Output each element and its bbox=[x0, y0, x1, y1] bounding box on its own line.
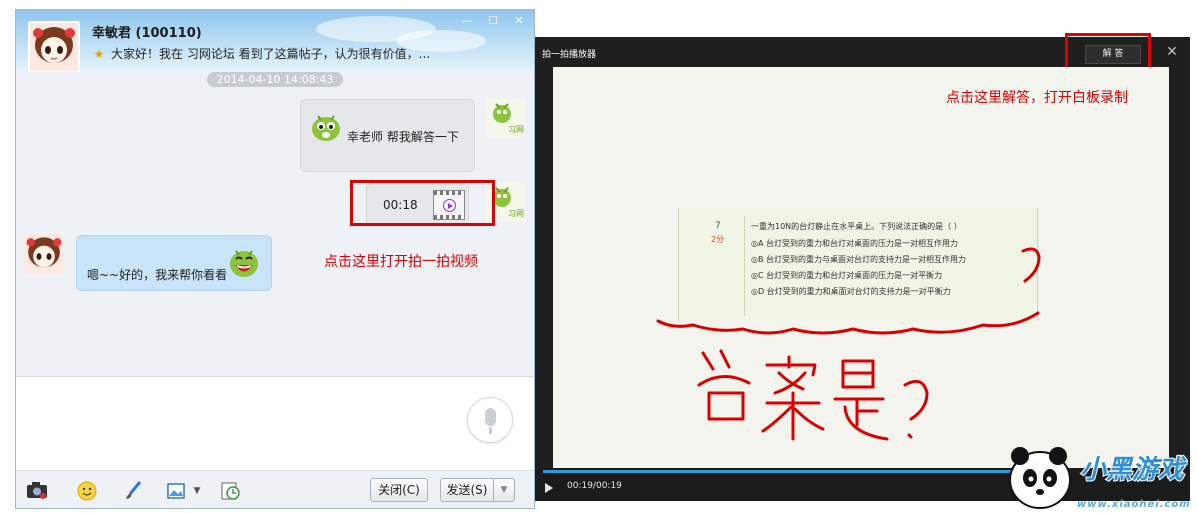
girl-avatar-icon bbox=[24, 234, 64, 274]
message-text: 幸老师 帮我解答一下 bbox=[347, 130, 459, 144]
annotation-highlight-video bbox=[350, 180, 495, 226]
green-bug-emoji-icon bbox=[312, 115, 340, 141]
contact-name[interactable]: 幸敏君 (100110) bbox=[92, 22, 202, 41]
play-icon[interactable] bbox=[545, 483, 553, 493]
window-controls: — ☐ ✕ bbox=[458, 14, 528, 28]
send-options-chevron-icon[interactable]: ▼ bbox=[493, 478, 515, 502]
brush-icon[interactable] bbox=[122, 480, 144, 502]
image-icon[interactable] bbox=[166, 480, 188, 502]
signature-text: 大家好！我在 习网论坛 看到了这篇帖子，认为很有价值，... bbox=[111, 47, 431, 61]
message-area[interactable]: 2014-04-10 14:08:43 习网 习网 幸老师 帮我解答一下 00:… bbox=[16, 72, 534, 376]
laughing-bug-emoji-icon bbox=[230, 250, 258, 277]
close-icon[interactable]: ✕ bbox=[1163, 43, 1181, 61]
message-text: 嗯~~好的，我来帮你看看 bbox=[87, 268, 228, 282]
message-bubble-request[interactable]: 幸老师 帮我解答一下 bbox=[300, 99, 475, 172]
chat-toolbar: ▼ 关闭(C) 发送(S) ▼ bbox=[16, 470, 534, 508]
player-title: 拍一拍播放器 bbox=[542, 50, 597, 60]
my-avatar[interactable]: 习网 bbox=[486, 98, 526, 138]
message-bubble-reply[interactable]: 嗯~~好的，我来帮你看看 bbox=[76, 235, 272, 291]
emoji-icon[interactable] bbox=[76, 480, 98, 502]
xiwang-logo-icon: 习网 bbox=[486, 98, 526, 138]
close-icon[interactable]: ✕ bbox=[510, 14, 528, 28]
playback-time: 00:19/00:19 bbox=[567, 481, 622, 491]
watermark-url: www.xiaohei.com bbox=[1077, 499, 1191, 510]
close-button[interactable]: 关闭(C) bbox=[370, 478, 428, 502]
whiteboard-video[interactable]: 点击这里解答，打开白板录制 7 2分 一重为10N的台灯静止在水平桌上。下列说法… bbox=[553, 67, 1169, 468]
minimize-icon[interactable]: — bbox=[458, 14, 476, 28]
progress-bar[interactable] bbox=[543, 470, 1013, 473]
microphone-icon[interactable] bbox=[467, 397, 513, 443]
player-window: 拍一拍播放器 解 答 ✕ 点击这里解答，打开白板录制 7 2分 一重为10N的台… bbox=[535, 33, 1190, 501]
contact-avatar[interactable] bbox=[28, 21, 80, 73]
chevron-down-icon[interactable]: ▼ bbox=[186, 480, 208, 502]
avatar-tag: 习网 bbox=[508, 125, 524, 134]
send-button[interactable]: 发送(S) bbox=[440, 478, 494, 502]
clock-note-icon[interactable] bbox=[219, 480, 241, 502]
chat-header: 幸敏君 (100110) ★ 大家好！我在 习网论坛 看到了这篇帖子，认为很有价… bbox=[16, 10, 534, 73]
message-timestamp: 2014-04-10 14:08:43 bbox=[207, 72, 343, 87]
contact-avatar-small[interactable] bbox=[24, 234, 64, 274]
chat-window: 幸敏君 (100110) ★ 大家好！我在 习网论坛 看到了这篇帖子，认为很有价… bbox=[15, 9, 535, 509]
handwriting-ink-drawing bbox=[656, 247, 1041, 441]
avatar-tag: 习网 bbox=[508, 209, 524, 218]
screenshot-stage: 幸敏君 (100110) ★ 大家好！我在 习网论坛 看到了这篇帖子，认为很有价… bbox=[0, 0, 1197, 513]
maximize-icon[interactable]: ☐ bbox=[484, 14, 502, 28]
girl-avatar-icon bbox=[30, 23, 78, 71]
camera-icon[interactable] bbox=[26, 480, 48, 502]
star-icon: ★ bbox=[93, 46, 105, 61]
annotation-video-text: 点击这里打开拍一拍视频 bbox=[324, 254, 478, 270]
watermark-brand: 小黑游戏 bbox=[1079, 454, 1185, 486]
contact-signature: ★ 大家好！我在 习网论坛 看到了这篇帖子，认为很有价值，... bbox=[92, 45, 430, 62]
message-input-area[interactable] bbox=[16, 376, 534, 470]
